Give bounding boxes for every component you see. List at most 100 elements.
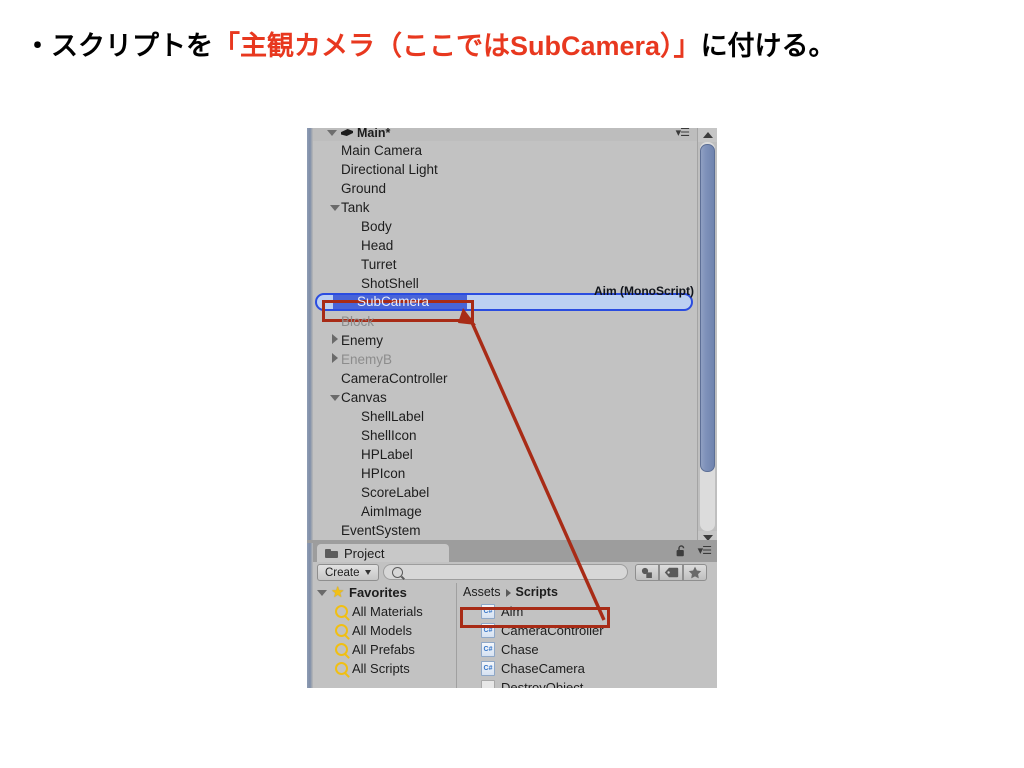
saved-search-icon — [335, 662, 348, 675]
panel-menu-icon[interactable]: ▾☰ — [676, 128, 690, 139]
chevron-down-icon[interactable] — [317, 589, 327, 596]
hierarchy-panel: Main* ▾☰ Main Camera Directional Light G… — [307, 128, 717, 545]
project-panel: Project ▾☰ Create ★ Favorites All Materi… — [307, 543, 717, 688]
star-icon — [688, 566, 702, 579]
hierarchy-item-subcamera[interactable]: SubCamera Aim (MonoScript) — [313, 284, 698, 312]
asset-item-chasecamera[interactable]: C# ChaseCamera — [457, 659, 717, 678]
hierarchy-item[interactable]: Head — [313, 236, 698, 255]
page-title: ・スクリプトを「主観カメラ（ここではSubCamera）」に付ける。 — [24, 24, 1000, 63]
chevron-down-icon — [364, 570, 371, 575]
hierarchy-item[interactable]: HPLabel — [313, 445, 698, 464]
favorites-item-all-models[interactable]: All Models — [313, 621, 456, 640]
hierarchy-tree[interactable]: Main Camera Directional Light Ground Tan… — [313, 141, 698, 545]
star-icon: ★ — [331, 583, 345, 601]
hierarchy-item-label: CameraController — [341, 371, 448, 386]
saved-search-icon — [335, 605, 348, 618]
hierarchy-item-label: ScoreLabel — [361, 485, 430, 500]
title-highlight-text: 「主観カメラ（ここではSubCamera）」 — [213, 31, 701, 61]
chevron-right-icon[interactable] — [329, 332, 341, 351]
folder-icon — [325, 548, 339, 559]
csharp-script-icon: C# — [481, 661, 495, 676]
hierarchy-item-label: Main Camera — [341, 143, 423, 158]
hierarchy-item[interactable]: EventSystem — [313, 521, 698, 540]
asset-item-label: CameraController — [501, 623, 604, 638]
create-button[interactable]: Create — [317, 564, 379, 581]
favorites-filter-button[interactable] — [683, 564, 707, 581]
breadcrumb-current: Scripts — [515, 585, 558, 599]
chevron-up-icon — [702, 132, 713, 138]
asset-item-chase[interactable]: C# Chase — [457, 640, 717, 659]
favorites-pane[interactable]: ★ Favorites All Materials All Models All… — [313, 583, 457, 688]
hierarchy-item-label: ShellLabel — [361, 409, 425, 424]
hierarchy-item[interactable]: Block — [313, 312, 698, 331]
hierarchy-item-label: HPLabel — [361, 447, 413, 462]
scene-name-label: Main* — [357, 128, 391, 140]
hierarchy-item[interactable]: ShellIcon — [313, 426, 698, 445]
favorites-header-label: Favorites — [349, 585, 407, 600]
hierarchy-item-label: Canvas — [341, 390, 387, 405]
hierarchy-item[interactable]: Directional Light — [313, 160, 698, 179]
chevron-right-icon[interactable] — [329, 351, 341, 370]
lock-open-icon[interactable] — [676, 545, 687, 557]
search-input[interactable] — [383, 564, 628, 580]
hierarchy-item-label: EnemyB — [341, 352, 393, 367]
hierarchy-item-label: ShellIcon — [361, 428, 417, 443]
drag-payload-label: Aim (MonoScript) — [594, 284, 694, 298]
scroll-up-button[interactable] — [698, 128, 717, 142]
hierarchy-item-label: Ground — [341, 181, 387, 196]
saved-search-icon — [335, 643, 348, 656]
search-input-field[interactable] — [407, 565, 611, 579]
hierarchy-item[interactable]: Turret — [313, 255, 698, 274]
hierarchy-item[interactable]: Body — [313, 217, 698, 236]
hierarchy-item-label: ShotShell — [361, 276, 419, 291]
panel-menu-icon[interactable]: ▾☰ — [698, 544, 712, 557]
hierarchy-item[interactable]: HPIcon — [313, 464, 698, 483]
hierarchy-item[interactable]: Enemy — [313, 331, 698, 350]
hierarchy-item[interactable]: Tank — [313, 198, 698, 217]
favorites-item-all-materials[interactable]: All Materials — [313, 602, 456, 621]
hierarchy-item-label: Directional Light — [341, 162, 438, 177]
project-toolbar: Create — [313, 562, 717, 584]
title-tail-text: に付ける。 — [700, 31, 836, 61]
asset-item-label: DestroyObject — [501, 680, 584, 688]
filter-by-type-button[interactable] — [635, 564, 659, 581]
favorites-item-label: All Models — [352, 623, 412, 638]
hierarchy-item[interactable]: CameraController — [313, 369, 698, 388]
hierarchy-toolbar: Main* ▾☰ — [313, 128, 717, 142]
hierarchy-item-label: EventSystem — [341, 523, 421, 538]
chevron-down-icon[interactable] — [329, 389, 341, 408]
hierarchy-item[interactable]: Canvas — [313, 388, 698, 407]
asset-item-label: Aim — [501, 604, 524, 619]
shapes-icon — [641, 567, 652, 578]
hierarchy-item-label: Enemy — [341, 333, 384, 348]
filter-by-label-button[interactable] — [659, 564, 683, 581]
asset-item-aim[interactable]: C# Aim — [457, 602, 717, 621]
hierarchy-item[interactable]: Ground — [313, 179, 698, 198]
favorites-header[interactable]: ★ Favorites — [313, 583, 456, 602]
file-icon — [481, 680, 495, 688]
hierarchy-item[interactable]: ShellLabel — [313, 407, 698, 426]
hierarchy-vertical-scrollbar[interactable] — [697, 128, 717, 545]
favorites-item-all-prefabs[interactable]: All Prefabs — [313, 640, 456, 659]
hierarchy-item[interactable]: AimImage — [313, 502, 698, 521]
asset-list-pane[interactable]: Assets Scripts C# Aim C# CameraController … — [457, 583, 717, 688]
tag-icon — [664, 567, 678, 578]
chevron-right-icon — [505, 588, 511, 597]
title-bullet-text: ・スクリプトを — [24, 31, 213, 61]
chevron-down-icon[interactable] — [329, 199, 341, 218]
scene-root-row[interactable]: Main* — [327, 128, 390, 141]
favorites-item-all-scripts[interactable]: All Scripts — [313, 659, 456, 678]
asset-item-cameracontroller[interactable]: C# CameraController — [457, 621, 717, 640]
hierarchy-item[interactable]: ScoreLabel — [313, 483, 698, 502]
breadcrumb[interactable]: Assets Scripts — [457, 583, 717, 602]
tab-project[interactable]: Project — [317, 544, 449, 562]
asset-item-destroyobject[interactable]: DestroyObject — [457, 678, 717, 688]
hierarchy-item[interactable]: Main Camera — [313, 141, 698, 160]
breadcrumb-root[interactable]: Assets — [463, 583, 501, 602]
hierarchy-item-label: AimImage — [361, 504, 422, 519]
hierarchy-item[interactable]: EnemyB — [313, 350, 698, 369]
scrollbar-thumb[interactable] — [700, 144, 715, 472]
asset-item-label: Chase — [501, 642, 539, 657]
chevron-down-icon[interactable] — [327, 129, 337, 136]
hierarchy-item-label: Tank — [341, 200, 370, 215]
